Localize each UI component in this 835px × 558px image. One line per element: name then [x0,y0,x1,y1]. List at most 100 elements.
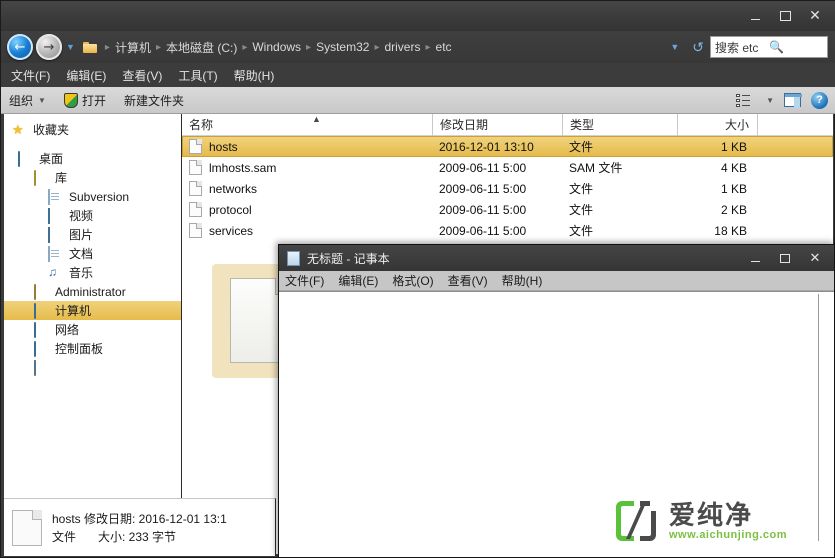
open-button[interactable]: 打开 [63,92,106,109]
details-type: 文件 [52,529,77,544]
notepad-scrollbar[interactable] [818,294,832,541]
file-name: hosts [209,139,238,154]
organize-button[interactable]: 组织 ▼ [9,92,46,109]
library-icon [34,169,36,186]
cell-size: 1 KB [720,139,747,154]
breadcrumb-item-computer[interactable]: 计算机 [113,39,153,56]
cell-name: services [182,223,432,238]
cell-date: 2016-12-01 13:10 [439,139,534,154]
control-panel-icon [34,340,36,357]
sidebar-item-recycle-bin[interactable] [4,358,181,377]
cell-date: 2009-06-11 5:00 [439,160,527,175]
menu-help[interactable]: 帮助(H) [234,67,275,84]
notepad-maximize-button[interactable] [770,248,800,268]
table-row[interactable]: networks 2009-06-11 5:00 文件 1 KB [182,178,833,199]
file-name: protocol [209,202,252,217]
breadcrumb-separator: ▸ [425,41,431,53]
breadcrumb-separator: ▸ [104,41,110,53]
breadcrumb-item-etc[interactable]: etc [434,40,454,54]
sidebar-item-computer[interactable]: 计算机 [4,301,181,320]
music-icon: ♫ [48,264,57,279]
sidebar-item-pictures[interactable]: 图片 [4,225,181,244]
sidebar-item-administrator[interactable]: Administrator [4,282,181,301]
file-list-header: 名称 ▲ 修改日期 类型 大小 [182,114,833,136]
sidebar-item-subversion[interactable]: Subversion [4,187,181,206]
sidebar-item-label: 桌面 [39,152,64,166]
preview-pane-icon[interactable] [784,93,802,108]
file-icon [189,181,202,196]
recent-pages-dropdown-icon[interactable]: ▼ [66,42,75,52]
pictures-icon [48,226,50,243]
sort-ascending-icon: ▲ [312,114,321,124]
computer-icon [34,302,36,319]
notepad-minimize-button[interactable] [740,248,770,268]
close-button[interactable]: ✕ [800,5,830,27]
sidebar-item-label: 网络 [55,323,80,337]
sidebar-item-label: 文档 [69,247,94,261]
breadcrumb-item-localdisk[interactable]: 本地磁盘 (C:) [164,39,239,56]
forward-button[interactable]: → [36,34,62,60]
details-pane: hosts 修改日期: 2016-12-01 13:1 文件 大小: 233 字… [4,498,276,556]
notepad-menu-file[interactable]: 文件(F) [285,272,324,289]
user-icon [34,283,36,300]
explorer-titlebar: ✕ [1,1,835,31]
sidebar-item-libraries[interactable]: 库 [4,168,181,187]
sidebar-item-favorites[interactable]: ★ 收藏夹 [4,120,181,139]
notepad-close-button[interactable]: ✕ [800,248,830,268]
file-icon [189,160,202,175]
menu-file[interactable]: 文件(F) [11,67,50,84]
help-icon[interactable]: ? [811,91,828,109]
column-header-type[interactable]: 类型 [562,114,677,136]
column-header-name[interactable]: 名称 ▲ [182,114,432,136]
breadcrumb-item-drivers[interactable]: drivers [382,40,422,54]
details-size: 大小: 233 字节 [98,529,177,544]
explorer-window-controls: ✕ [740,1,830,31]
sidebar-item-documents[interactable]: 文档 [4,244,181,263]
table-row[interactable]: hosts 2016-12-01 13:10 文件 1 KB [182,136,833,157]
column-header-date[interactable]: 修改日期 [432,114,562,136]
chevron-down-icon[interactable]: ▼ [663,42,686,52]
aichunjing-logo-icon [616,501,656,541]
change-view-icon[interactable] [736,93,751,107]
notepad-icon [287,250,300,266]
sidebar-item-control-panel[interactable]: 控制面板 [4,339,181,358]
notepad-menu-edit[interactable]: 编辑(E) [338,272,378,289]
breadcrumb-item-system32[interactable]: System32 [314,40,371,54]
breadcrumb-item-windows[interactable]: Windows [250,40,303,54]
refresh-icon[interactable]: ↺ [686,39,710,56]
watermark-url: www.aichunjing.com [669,529,787,541]
back-button[interactable]: ← [7,34,33,60]
back-arrow-icon: ← [14,39,26,55]
toolbar-right-actions: ▼ ? [736,91,828,109]
sidebar-item-videos[interactable]: 视频 [4,206,181,225]
notepad-menu-format[interactable]: 格式(O) [392,272,433,289]
table-row[interactable]: lmhosts.sam 2009-06-11 5:00 SAM 文件 4 KB [182,157,833,178]
breadcrumb-separator: ▸ [242,41,248,53]
notepad-menu-help[interactable]: 帮助(H) [502,272,543,289]
menu-edit[interactable]: 编辑(E) [66,67,106,84]
table-row[interactable]: services 2009-06-11 5:00 文件 18 KB [182,220,833,241]
breadcrumb[interactable]: ▸ 计算机 ▸ 本地磁盘 (C:) ▸ Windows ▸ System32 ▸… [82,39,454,56]
subversion-icon [48,188,50,205]
menu-view[interactable]: 查看(V) [122,67,162,84]
view-dropdown-icon[interactable]: ▼ [766,96,774,105]
sidebar-item-label: 音乐 [69,266,94,280]
recycle-bin-icon [34,359,36,376]
column-header-name-label: 名称 [189,118,214,132]
sidebar-item-label: 视频 [69,209,94,223]
table-row[interactable]: protocol 2009-06-11 5:00 文件 2 KB [182,199,833,220]
sidebar-item-network[interactable]: 网络 [4,320,181,339]
new-folder-button[interactable]: 新建文件夹 [124,92,184,109]
minimize-button[interactable] [740,5,770,27]
notepad-menu-view[interactable]: 查看(V) [448,272,488,289]
maximize-button[interactable] [770,5,800,27]
navigation-pane: ★ 收藏夹 桌面 库 Subversion 视频 图片 文档 ♫ 音乐 Admi… [4,114,182,554]
notepad-window-controls: ✕ [740,245,830,271]
menu-tools[interactable]: 工具(T) [178,67,217,84]
sidebar-item-music[interactable]: ♫ 音乐 [4,263,181,282]
sidebar-item-desktop[interactable]: 桌面 [4,149,181,168]
details-line-size: 文件 大小: 233 字节 [52,528,227,546]
cell-size: 18 KB [714,223,747,238]
search-input[interactable]: 搜索 etc 🔍 [710,36,828,58]
column-header-size[interactable]: 大小 [677,114,757,136]
